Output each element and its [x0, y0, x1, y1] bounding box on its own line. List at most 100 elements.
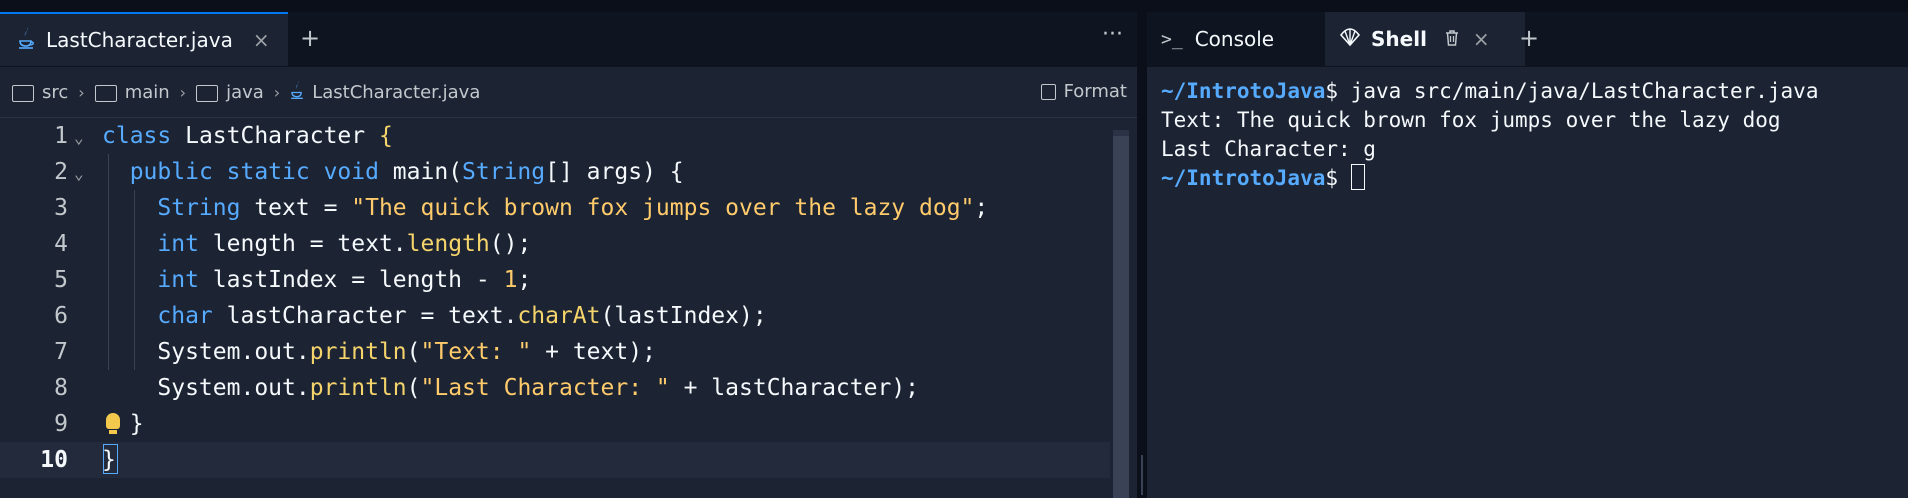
shell-tab-bar: >_ Console Shell × +	[1147, 12, 1908, 67]
terminal-line: Text: The quick brown fox jumps over the…	[1161, 108, 1781, 132]
code-token: class	[102, 123, 172, 149]
code-token: [] args) {	[545, 159, 684, 185]
vertical-scrollbar[interactable]	[1113, 136, 1129, 498]
editor-pane: LastCharacter.java × + ··· src › main › …	[0, 12, 1137, 498]
code-token: System.out.	[157, 375, 310, 401]
code-line: 6 char lastCharacter = text.charAt(lastI…	[0, 298, 1110, 334]
prompt-symbol: $	[1325, 166, 1339, 190]
breadcrumb-item[interactable]: java	[226, 82, 264, 103]
code-token: System.out.	[157, 339, 310, 365]
prompt-path: ~/IntrotoJava	[1161, 166, 1326, 190]
close-icon[interactable]: ×	[1473, 27, 1490, 51]
tab-label: Shell	[1371, 27, 1427, 51]
line-number: 3	[54, 195, 68, 221]
terminal-line: ~/IntrotoJava$	[1161, 164, 1908, 193]
editor-tab-bar: LastCharacter.java × + ···	[0, 12, 1137, 67]
line-number: 2	[54, 159, 68, 185]
code-token: int	[157, 267, 199, 293]
line-number: 8	[54, 375, 68, 401]
folder-icon	[196, 84, 219, 102]
code-token: length = text.	[198, 231, 407, 257]
code-token: main(	[378, 159, 463, 185]
format-icon	[1040, 83, 1056, 100]
close-icon[interactable]: ×	[253, 28, 270, 52]
line-number: 10	[40, 447, 68, 473]
code-token: "Last Character: "	[420, 375, 670, 401]
code-line: 1 ⌄ class LastCharacter {	[0, 118, 1110, 154]
code-line: 5 int lastIndex = length - 1;	[0, 262, 1110, 298]
pane-resize-handle[interactable]	[1137, 12, 1147, 498]
folder-icon	[94, 84, 117, 102]
shell-pane: >_ Console Shell × + ~/IntrotoJava$ java…	[1147, 12, 1908, 498]
code-token: text =	[240, 195, 352, 221]
chevron-down-icon[interactable]: ⌄	[74, 120, 84, 156]
code-token: }	[129, 411, 144, 437]
line-number: 6	[54, 303, 68, 329]
code-token: + text);	[531, 339, 656, 365]
code-token: length	[406, 231, 490, 257]
code-line: 7 System.out.println("Text: " + text);	[0, 334, 1110, 370]
command-text: java src/main/java/LastCharacter.java	[1338, 79, 1819, 103]
code-line: 9 }	[0, 406, 1110, 442]
code-token: "The quick brown fox jumps over the lazy…	[351, 195, 975, 221]
breadcrumb: src › main › java › LastCharacter.java F…	[0, 67, 1137, 118]
code-token: println	[309, 375, 407, 401]
code-line: 8 System.out.println("Last Character: " …	[0, 370, 1110, 406]
code-token: String	[462, 159, 546, 185]
terminal-output[interactable]: ~/IntrotoJava$ java src/main/java/LastCh…	[1147, 67, 1908, 193]
more-options-icon[interactable]: ···	[1102, 22, 1123, 47]
chevron-right-icon: ›	[78, 82, 85, 102]
code-token: 1	[503, 267, 518, 293]
code-token: LastCharacter	[171, 123, 379, 149]
code-token: println	[309, 339, 407, 365]
code-token: + lastCharacter);	[669, 375, 920, 401]
code-line: 3 String text = "The quick brown fox jum…	[0, 190, 1110, 226]
code-line: 4 int length = text.length();	[0, 226, 1110, 262]
line-number: 1	[54, 123, 68, 149]
code-token: (	[406, 375, 421, 401]
code-token: {	[378, 123, 393, 149]
line-number: 9	[54, 411, 68, 437]
chevron-right-icon: ›	[273, 82, 281, 102]
format-button[interactable]: Format	[1040, 81, 1127, 102]
breadcrumb-item[interactable]: main	[125, 82, 170, 103]
terminal-line: ~/IntrotoJava$ java src/main/java/LastCh…	[1161, 77, 1908, 106]
tab-lastcharacter-java[interactable]: LastCharacter.java ×	[0, 12, 288, 66]
code-token: ;	[517, 267, 532, 293]
code-token: (	[406, 339, 421, 365]
breadcrumb-item[interactable]: LastCharacter.java	[312, 82, 480, 103]
prompt-path: ~/IntrotoJava	[1161, 79, 1326, 103]
code-token: "Text: "	[420, 339, 532, 365]
code-token: public static void	[129, 159, 379, 185]
terminal-icon: >_	[1161, 28, 1183, 50]
format-label: Format	[1063, 81, 1127, 102]
code-token: char	[157, 303, 213, 329]
code-line: 2 ⌄ public static void main(String[] arg…	[0, 154, 1110, 190]
code-line-current: 10 }	[0, 442, 1110, 478]
tab-shell[interactable]: Shell ×	[1325, 12, 1525, 66]
code-token: (lastIndex);	[600, 303, 767, 329]
line-number: 7	[54, 339, 68, 365]
shell-icon	[1339, 27, 1361, 52]
tab-label: LastCharacter.java	[46, 28, 233, 52]
chevron-down-icon[interactable]: ⌄	[74, 156, 84, 192]
line-number: 5	[54, 267, 68, 293]
prompt-symbol: $	[1325, 79, 1339, 103]
code-token: lastCharacter = text.	[212, 303, 518, 329]
java-file-icon	[18, 26, 34, 55]
trash-icon[interactable]	[1445, 27, 1459, 51]
code-token: charAt	[517, 303, 601, 329]
new-tab-button[interactable]: +	[1519, 24, 1539, 52]
line-number: 4	[54, 231, 68, 257]
code-token: int	[157, 231, 199, 257]
java-file-icon	[290, 80, 304, 105]
terminal-line: Last Character: g	[1161, 137, 1376, 161]
text-cursor	[102, 443, 118, 474]
tab-console[interactable]: >_ Console	[1147, 12, 1325, 66]
code-token: ();	[489, 231, 532, 257]
folder-icon	[12, 84, 34, 102]
new-tab-button[interactable]: +	[300, 24, 320, 52]
breadcrumb-item[interactable]: src	[42, 82, 68, 103]
terminal-cursor	[1350, 164, 1365, 190]
code-token: String	[157, 195, 241, 221]
